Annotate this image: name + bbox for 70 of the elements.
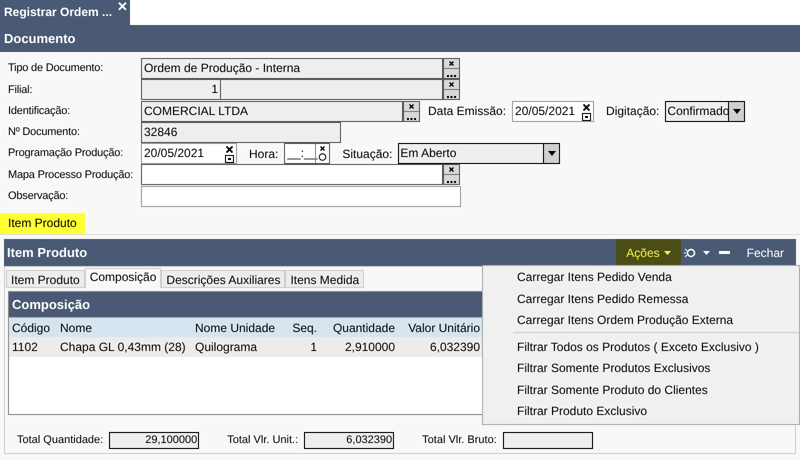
field-label: Filial: xyxy=(8,82,34,98)
field-label: Tipo de Documento: xyxy=(8,61,104,76)
field-label: Hora: xyxy=(249,146,278,163)
window-tab[interactable]: Registrar Ordem ... ✕ xyxy=(0,0,130,25)
ellipsis-icon xyxy=(407,118,416,120)
ellipsis-icon xyxy=(447,181,456,184)
caret-icon xyxy=(732,108,741,114)
field-label: Observação: xyxy=(8,189,70,204)
field-label: Data Emissão: xyxy=(428,103,506,120)
sun-icon[interactable] xyxy=(682,246,697,260)
total-field: 29,100000 xyxy=(109,432,200,450)
table-cell-text: Chapa GL 0,43mm (28) xyxy=(59,339,187,356)
caret-icon[interactable] xyxy=(702,250,710,255)
total-label: Total Vlr. Bruto: xyxy=(422,433,497,448)
code-field[interactable]: 1 xyxy=(141,79,221,100)
close-button[interactable]: Fechar xyxy=(746,244,784,262)
lookup-button[interactable] xyxy=(443,58,460,79)
section-header: Documento xyxy=(0,25,800,52)
field-label: Identificação: xyxy=(8,104,72,119)
total-label: Total Quantidade: xyxy=(17,433,104,448)
total-field: 6,032390 xyxy=(304,432,394,450)
caret-icon xyxy=(664,250,671,255)
column-header[interactable]: Nome xyxy=(57,318,192,337)
column-header[interactable]: Nome Unidade xyxy=(192,318,280,337)
table-cell-text: Quilograma xyxy=(194,339,258,356)
menu-item[interactable]: Filtrar Somente Produto do Clientes xyxy=(513,380,799,401)
lookup-button[interactable] xyxy=(403,100,420,122)
ellipsis-icon xyxy=(447,96,456,98)
clear-icon xyxy=(409,104,414,109)
section-tab[interactable]: Item Produto xyxy=(0,213,85,234)
tab[interactable]: Item Produto xyxy=(6,270,85,288)
close-icon[interactable]: ✕ xyxy=(117,0,128,14)
dropdown[interactable]: Em Aberto xyxy=(398,143,560,164)
column-header[interactable]: Código xyxy=(9,318,57,337)
tab[interactable]: Descrições Auxiliares xyxy=(161,270,286,288)
menu-item[interactable]: Filtrar Todos os Produtos ( Exceto Exclusivo ) xyxy=(513,336,799,358)
field-label: Nº Documento: xyxy=(8,125,81,140)
field-label: Mapa Processo Produção: xyxy=(8,168,134,183)
table-cell-text: 1 xyxy=(309,339,318,356)
table-cell-text: 2,910000 xyxy=(344,339,396,356)
column-header[interactable]: Quantidade xyxy=(320,318,398,337)
tab[interactable]: Composição xyxy=(84,268,162,288)
minimize-icon[interactable] xyxy=(718,251,730,254)
dropdown[interactable]: Confirmado xyxy=(665,100,746,122)
lookup-button[interactable] xyxy=(443,164,460,186)
menu-item[interactable]: Filtrar Somente Produtos Exclusivos xyxy=(513,358,799,380)
lookup-field[interactable] xyxy=(141,164,443,186)
table-cell-text: 6,032390 xyxy=(428,339,481,356)
lookup-button[interactable] xyxy=(443,79,460,100)
lookup-field[interactable]: Ordem de Produção - Interna xyxy=(141,58,443,79)
clear-icon xyxy=(449,82,454,88)
actions-button[interactable]: Ações xyxy=(616,239,681,266)
caret-icon xyxy=(548,151,556,156)
tab[interactable]: Itens Medida xyxy=(285,270,364,288)
table-cell-text: 1102 xyxy=(11,339,39,356)
clear-icon xyxy=(449,167,454,172)
panel-title: Item Produto xyxy=(7,244,88,262)
text-field[interactable] xyxy=(141,186,461,207)
column-header[interactable]: Seq. xyxy=(280,318,320,337)
total-label: Total Vlr. Unit.: xyxy=(227,433,298,448)
field-label: Digitação: xyxy=(606,103,660,120)
lookup-field[interactable]: COMERCIAL LTDA xyxy=(141,100,403,122)
field-label: Situação: xyxy=(342,146,392,163)
menu-item[interactable]: Carregar Itens Pedido Venda xyxy=(483,267,799,288)
field-label: Programação Produção: xyxy=(8,146,124,162)
name-field[interactable] xyxy=(221,79,443,100)
text-field[interactable]: 32846 xyxy=(141,122,341,143)
column-header[interactable]: Valor Unitário xyxy=(398,318,483,337)
menu-item[interactable]: Filtrar Produto Exclusivo xyxy=(513,401,799,422)
clear-icon xyxy=(449,61,454,66)
